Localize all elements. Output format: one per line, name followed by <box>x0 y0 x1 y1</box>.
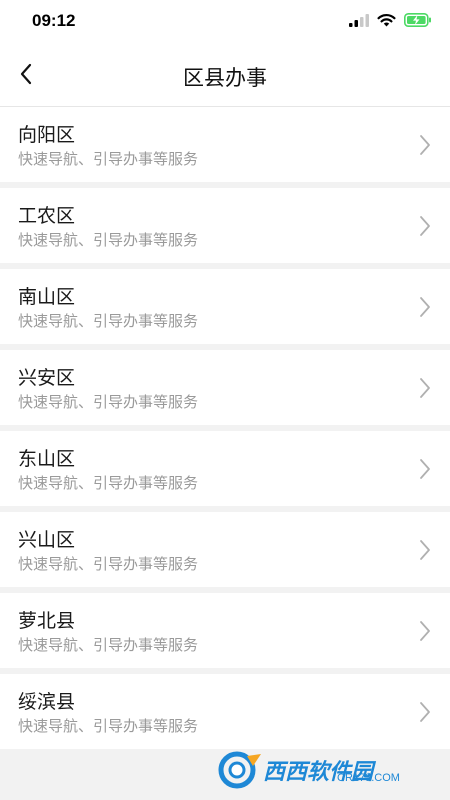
district-name: 兴安区 <box>18 367 76 389</box>
district-description: 快速导航、引导办事等服务 <box>18 393 199 411</box>
district-description: 快速导航、引导办事等服务 <box>18 474 199 492</box>
chevron-right-icon <box>420 621 430 641</box>
district-item-nanshan[interactable]: 南山区 快速导航、引导办事等服务 <box>0 269 450 344</box>
chevron-right-icon <box>420 378 430 398</box>
district-name: 萝北县 <box>18 610 76 632</box>
district-name: 工农区 <box>18 205 76 227</box>
watermark-emblem-icon <box>218 751 261 789</box>
district-item-xiangyang[interactable]: 向阳区 快速导航、引导办事等服务 <box>0 107 450 182</box>
district-name: 兴山区 <box>18 529 76 551</box>
district-description: 快速导航、引导办事等服务 <box>18 636 199 654</box>
district-list: 向阳区 快速导航、引导办事等服务 工农区 快速导航、引导办事等服务 南山区 快速… <box>0 107 450 755</box>
district-name: 向阳区 <box>18 124 76 146</box>
district-item-xingan[interactable]: 兴安区 快速导航、引导办事等服务 <box>0 350 450 425</box>
status-time: 09:12 <box>32 11 76 30</box>
chevron-right-icon <box>420 216 430 236</box>
chevron-right-icon <box>420 540 430 560</box>
chevron-right-icon <box>420 135 430 155</box>
watermark-logo: 西西软件园 CR173.COM <box>217 748 432 792</box>
status-icons <box>349 13 432 27</box>
district-description: 快速导航、引导办事等服务 <box>18 312 199 330</box>
status-bar: 09:12 <box>0 0 450 44</box>
battery-charging-icon <box>404 13 431 27</box>
chevron-right-icon <box>420 702 430 722</box>
district-description: 快速导航、引导办事等服务 <box>18 555 199 573</box>
wifi-icon <box>377 14 396 27</box>
district-item-suibin[interactable]: 绥滨县 快速导航、引导办事等服务 <box>0 674 450 749</box>
district-description: 快速导航、引导办事等服务 <box>18 717 199 735</box>
chevron-right-icon <box>420 297 430 317</box>
navigation-bar: 区县办事 <box>0 44 450 107</box>
district-name: 绥滨县 <box>18 691 76 713</box>
watermark-subtext: CR173.COM <box>337 772 400 784</box>
district-item-luobei[interactable]: 萝北县 快速导航、引导办事等服务 <box>0 593 450 668</box>
chevron-right-icon <box>420 459 430 479</box>
page-title: 区县办事 <box>183 66 267 90</box>
district-description: 快速导航、引导办事等服务 <box>18 231 199 249</box>
district-description: 快速导航、引导办事等服务 <box>18 150 199 168</box>
district-name: 东山区 <box>18 448 76 470</box>
district-item-xingshan[interactable]: 兴山区 快速导航、引导办事等服务 <box>0 512 450 587</box>
district-item-dongshan[interactable]: 东山区 快速导航、引导办事等服务 <box>0 431 450 506</box>
district-name: 南山区 <box>18 286 76 308</box>
district-item-gongnong[interactable]: 工农区 快速导航、引导办事等服务 <box>0 188 450 263</box>
signal-icon <box>349 13 369 27</box>
